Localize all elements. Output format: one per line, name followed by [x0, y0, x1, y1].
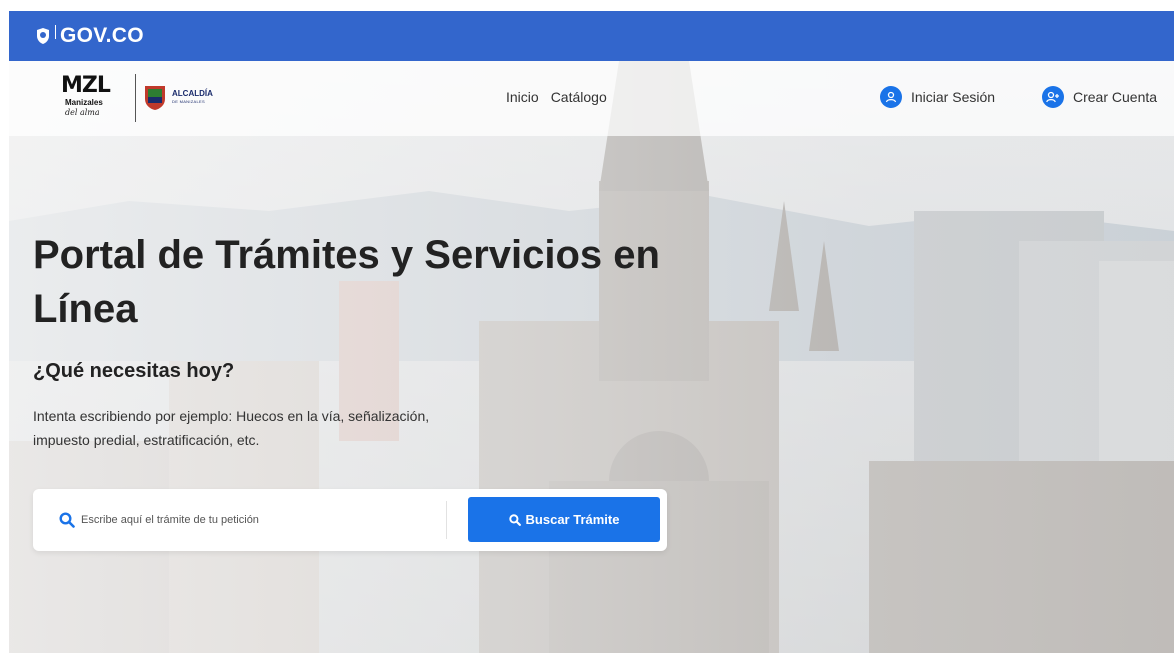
- login-label: Iniciar Sesión: [911, 89, 996, 105]
- gov-co-bar: GOV.CO: [9, 11, 1174, 61]
- crest-icon: [145, 86, 165, 110]
- user-plus-icon: [1042, 86, 1064, 108]
- gov-logo-text: GOV.CO: [60, 24, 144, 47]
- search-button[interactable]: Buscar Trámite: [468, 497, 660, 542]
- mzl-logo-text: MZL: [61, 73, 111, 98]
- signup-label: Crear Cuenta: [1073, 89, 1158, 105]
- gov-logo-separator: [55, 25, 56, 39]
- gov-co-logo[interactable]: GOV.CO: [35, 24, 144, 48]
- search-input[interactable]: [81, 506, 461, 534]
- brand-logos[interactable]: MZL Manizales del alma ALCALDÍA DE MANIZ…: [57, 73, 213, 123]
- user-icon: [880, 86, 902, 108]
- login-link[interactable]: Iniciar Sesión: [880, 86, 995, 108]
- nav-item-inicio[interactable]: Inicio: [506, 89, 539, 105]
- main-nav: Inicio Catálogo: [506, 89, 607, 105]
- nav-item-catalogo[interactable]: Catálogo: [551, 89, 607, 105]
- mzl-logo-script: del alma: [65, 108, 100, 117]
- hero-subtitle: ¿Qué necesitas hoy?: [33, 360, 235, 382]
- search-divider: [446, 501, 447, 539]
- gov-shield-icon: [37, 28, 49, 44]
- search-button-icon: [508, 513, 521, 526]
- alcaldia-logo-sub: DE MANIZALES: [172, 99, 205, 104]
- site-header: MZL Manizales del alma ALCALDÍA DE MANIZ…: [9, 61, 1174, 136]
- alcaldia-logo-text: ALCALDÍA: [172, 89, 213, 98]
- mzl-logo: MZL Manizales del alma: [57, 73, 129, 123]
- search-box: Buscar Trámite: [33, 489, 667, 551]
- search-icon: [59, 512, 75, 528]
- hero-overlay: [9, 61, 1174, 653]
- brand-divider: [135, 74, 136, 122]
- alcaldia-logo: ALCALDÍA DE MANIZALES: [144, 85, 213, 111]
- mzl-logo-sub: Manizales: [65, 98, 103, 107]
- page-title: Portal de Trámites y Servicios en Línea: [33, 233, 660, 331]
- signup-link[interactable]: Crear Cuenta: [1042, 86, 1157, 108]
- hero-background: [9, 61, 1174, 653]
- search-hint: Intenta escribiendo por ejemplo: Huecos …: [33, 408, 430, 448]
- search-button-label: Buscar Trámite: [525, 512, 620, 527]
